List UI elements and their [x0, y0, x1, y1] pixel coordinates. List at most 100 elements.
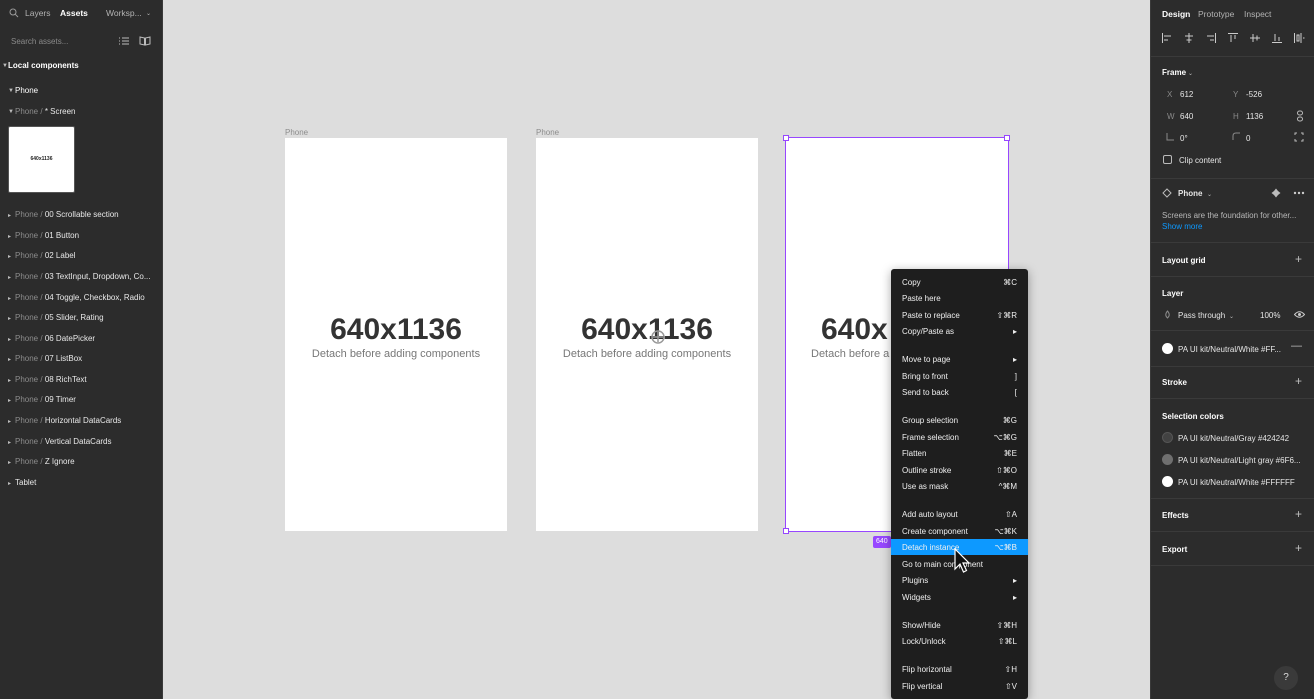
caret-right-icon[interactable]: ▸ — [8, 377, 11, 384]
tab-prototype[interactable]: Prototype — [1198, 9, 1234, 19]
component-name[interactable]: Phone — [1178, 189, 1202, 198]
chevron-down-icon[interactable]: ⌄ — [1188, 70, 1193, 77]
caret-right-icon[interactable]: ▸ — [8, 274, 11, 281]
frame-section-title[interactable]: Frame — [1162, 68, 1186, 77]
color-name-gray[interactable]: PA UI kit/Neutral/Gray #424242 — [1178, 434, 1289, 443]
menu-item-copy-paste-as[interactable]: Copy/Paste as ▸ — [891, 323, 1028, 339]
tab-layers[interactable]: Layers — [25, 8, 51, 18]
list-item[interactable]: Phone / 03 TextInput, Dropdown, Co... — [15, 272, 151, 281]
align-middle-v-icon[interactable] — [1249, 32, 1261, 44]
align-right-icon[interactable] — [1205, 32, 1217, 44]
add-layout-grid-icon[interactable]: + — [1295, 252, 1302, 266]
caret-right-icon[interactable]: ▸ — [8, 295, 11, 302]
search-input[interactable]: Search assets... — [11, 37, 68, 46]
color-swatch-light-gray[interactable] — [1162, 454, 1173, 465]
chevron-down-icon[interactable]: ⌄ — [146, 10, 151, 17]
menu-item-frame-selection[interactable]: Frame selection ⌥⌘G — [891, 429, 1028, 445]
menu-item-flip-vertical[interactable]: Flip vertical ⇧V — [891, 678, 1028, 694]
search-icon[interactable] — [9, 8, 19, 18]
opacity-field[interactable]: 100% — [1260, 311, 1280, 320]
phone-frame-1[interactable]: 640x1136 Detach before adding components — [285, 138, 507, 531]
align-left-icon[interactable] — [1161, 32, 1173, 44]
color-swatch-gray[interactable] — [1162, 432, 1173, 443]
caret-right-icon[interactable]: ▸ — [8, 459, 11, 466]
tab-design[interactable]: Design — [1162, 9, 1190, 19]
menu-item-flip-horizontal[interactable]: Flip horizontal ⇧H — [891, 661, 1028, 677]
caret-right-icon[interactable]: ▸ — [8, 336, 11, 343]
distribute-icon[interactable] — [1293, 32, 1305, 44]
menu-item-use-as-mask[interactable]: Use as mask ^⌘M — [891, 478, 1028, 494]
group-phone-screen[interactable]: Phone / * Screen — [15, 107, 76, 116]
menu-item-send-back[interactable]: Send to back [ — [891, 384, 1028, 400]
list-item[interactable]: Phone / 02 Label — [15, 251, 76, 260]
caret-right-icon[interactable]: ▸ — [8, 315, 11, 322]
go-to-main-component-icon[interactable] — [1271, 188, 1281, 198]
list-view-icon[interactable] — [118, 35, 130, 47]
eye-icon[interactable] — [1294, 310, 1305, 319]
list-item[interactable]: Phone / 04 Toggle, Checkbox, Radio — [15, 293, 145, 302]
group-phone[interactable]: Phone — [15, 86, 38, 95]
list-item[interactable]: Phone / 08 RichText — [15, 375, 87, 384]
caret-down-icon[interactable]: ▼ — [8, 109, 14, 115]
help-button[interactable]: ? — [1274, 666, 1298, 690]
tab-assets[interactable]: Assets — [60, 8, 88, 18]
caret-right-icon[interactable]: ▸ — [8, 439, 11, 446]
radius-field[interactable]: 0 — [1246, 134, 1250, 143]
list-item[interactable]: Phone / 01 Button — [15, 231, 79, 240]
caret-right-icon[interactable]: ▸ — [8, 356, 11, 363]
menu-item-move-to-page[interactable]: Move to page ▸ — [891, 351, 1028, 367]
tab-workspace[interactable]: Worksp... — [106, 8, 142, 18]
align-bottom-icon[interactable] — [1271, 32, 1283, 44]
menu-item-outline-stroke[interactable]: Outline stroke ⇧⌘O — [891, 462, 1028, 478]
color-swatch-white[interactable] — [1162, 476, 1173, 487]
chevron-down-icon[interactable]: ⌄ — [1229, 313, 1234, 320]
blend-mode-select[interactable]: Pass through — [1178, 311, 1225, 320]
constrain-proportions-icon[interactable] — [1295, 110, 1305, 122]
menu-item-group[interactable]: Group selection ⌘G — [891, 412, 1028, 428]
menu-item-widgets[interactable]: Widgets ▸ — [891, 589, 1028, 605]
component-thumbnail[interactable]: 640x1136 — [8, 126, 75, 193]
menu-item-show-hide[interactable]: Show/Hide ⇧⌘H — [891, 617, 1028, 633]
menu-item-auto-layout[interactable]: Add auto layout ⇧A — [891, 506, 1028, 522]
caret-down-icon[interactable]: ▼ — [8, 88, 14, 94]
align-top-icon[interactable] — [1227, 32, 1239, 44]
show-more-link[interactable]: Show more — [1162, 222, 1202, 231]
color-name-white[interactable]: PA UI kit/Neutral/White #FFFFFF — [1178, 478, 1295, 487]
chevron-down-icon[interactable]: ⌄ — [1207, 191, 1212, 198]
width-field[interactable]: 640 — [1180, 112, 1193, 121]
list-item[interactable]: Phone / 07 ListBox — [15, 354, 82, 363]
list-item[interactable]: Phone / 06 DatePicker — [15, 334, 95, 343]
y-field[interactable]: -526 — [1246, 90, 1262, 99]
section-local-components[interactable]: Local components — [8, 61, 79, 70]
fill-style-name[interactable]: PA UI kit/Neutral/White #FF... — [1178, 345, 1281, 354]
add-stroke-icon[interactable]: + — [1295, 374, 1302, 388]
group-tablet[interactable]: Tablet — [15, 478, 36, 487]
frame-label[interactable]: Phone — [536, 128, 559, 137]
caret-right-icon[interactable]: ▸ — [8, 418, 11, 425]
color-name-light-gray[interactable]: PA UI kit/Neutral/Light gray #6F6... — [1178, 456, 1301, 465]
library-icon[interactable] — [139, 35, 151, 47]
independent-corners-icon[interactable] — [1294, 132, 1304, 142]
caret-right-icon[interactable]: ▸ — [8, 253, 11, 260]
x-field[interactable]: 612 — [1180, 90, 1193, 99]
list-item[interactable]: Phone / 05 Slider, Rating — [15, 313, 104, 322]
frame-label[interactable]: Phone — [285, 128, 308, 137]
resize-handle[interactable] — [783, 528, 789, 534]
menu-item-flatten[interactable]: Flatten ⌘E — [891, 445, 1028, 461]
menu-item-paste-here[interactable]: Paste here — [891, 290, 1028, 306]
caret-right-icon[interactable]: ▸ — [8, 397, 11, 404]
menu-item-create-component[interactable]: Create component ⌥⌘K — [891, 523, 1028, 539]
caret-right-icon[interactable]: ▸ — [8, 233, 11, 240]
remove-fill-icon[interactable]: — — [1291, 340, 1302, 352]
add-export-icon[interactable]: + — [1295, 541, 1302, 555]
add-effect-icon[interactable]: + — [1295, 507, 1302, 521]
menu-item-bring-front[interactable]: Bring to front] — [891, 368, 1028, 384]
list-item[interactable]: Phone / 09 Timer — [15, 395, 76, 404]
height-field[interactable]: 1136 — [1246, 112, 1263, 121]
menu-item-copy[interactable]: Copy ⌘C — [891, 274, 1028, 290]
phone-frame-2[interactable]: 640x1136 Detach before adding components — [536, 138, 758, 531]
list-item[interactable]: Phone / Horizontal DataCards — [15, 416, 121, 425]
caret-right-icon[interactable]: ▸ — [8, 212, 11, 219]
rotation-field[interactable]: 0° — [1180, 134, 1188, 143]
list-item[interactable]: Phone / 00 Scrollable section — [15, 210, 119, 219]
